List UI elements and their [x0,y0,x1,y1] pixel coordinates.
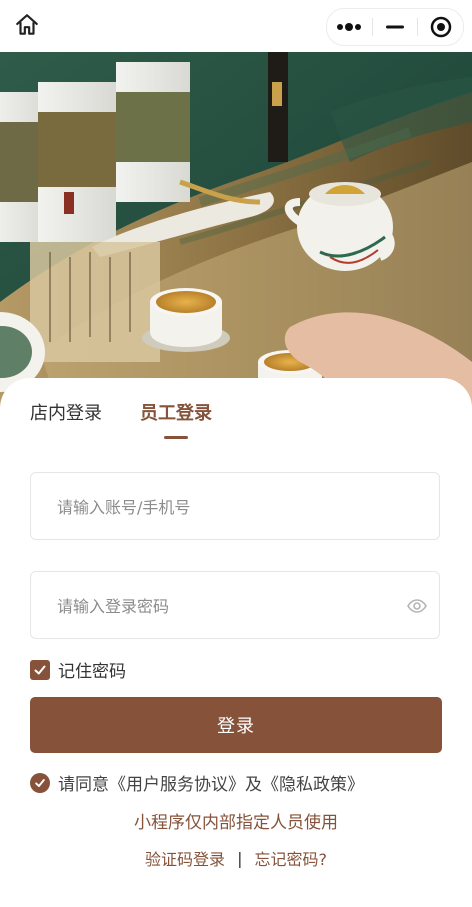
home-button[interactable] [12,10,42,40]
tea-set-photo [0,52,472,412]
active-tab-indicator [164,436,188,439]
minimize-icon [386,25,404,29]
target-close-icon [430,16,451,38]
more-button[interactable] [327,9,372,45]
checkmark-icon [34,665,46,674]
agreement-joiner: 及 [245,775,262,795]
remember-password-label: 记住密码 [58,662,126,682]
account-input[interactable] [55,473,399,541]
top-navigation-bar [0,0,472,52]
more-dots-icon [337,23,362,31]
login-tabs: 店内登录 员工登录 [30,400,212,439]
account-field [30,472,440,541]
agreement-prefix: 请同意 [58,775,109,795]
tab-label: 员工登录 [140,403,212,424]
sms-login-link[interactable]: 验证码登录 [145,846,225,870]
agreement-text: 请同意《用户服务协议》及《隐私政策》 [58,770,364,795]
forgot-password-link[interactable]: 忘记密码? [254,846,327,870]
remember-password-row[interactable]: 记住密码 [30,657,126,682]
minimize-button[interactable] [373,9,418,45]
login-card: 店内登录 员工登录 记住密码 登录 [0,378,472,907]
close-button[interactable] [418,9,463,45]
tab-store-login[interactable]: 店内登录 [30,400,102,428]
eye-icon [407,599,427,613]
user-agreement-link[interactable]: 《用户服务协议》 [109,775,245,795]
link-separator: | [237,848,243,868]
hero-banner-image [0,52,472,412]
home-icon [16,14,38,35]
tab-label: 店内登录 [30,403,102,424]
login-button[interactable]: 登录 [30,697,442,753]
agreement-checkbox[interactable] [30,772,50,793]
agreement-row: 请同意《用户服务协议》及《隐私政策》 [30,770,364,795]
remember-password-checkbox[interactable] [30,659,50,680]
checkmark-icon [35,778,45,787]
toggle-password-visibility-button[interactable] [405,594,429,618]
bottom-links: 验证码登录 | 忘记密码? [0,846,472,870]
tab-staff-login[interactable]: 员工登录 [140,400,212,439]
password-input[interactable] [55,572,399,640]
privacy-policy-link[interactable]: 《隐私政策》 [262,775,364,795]
password-field [30,571,440,640]
mini-program-capsule [326,8,464,46]
internal-use-notice: 小程序仅内部指定人员使用 [134,813,338,833]
